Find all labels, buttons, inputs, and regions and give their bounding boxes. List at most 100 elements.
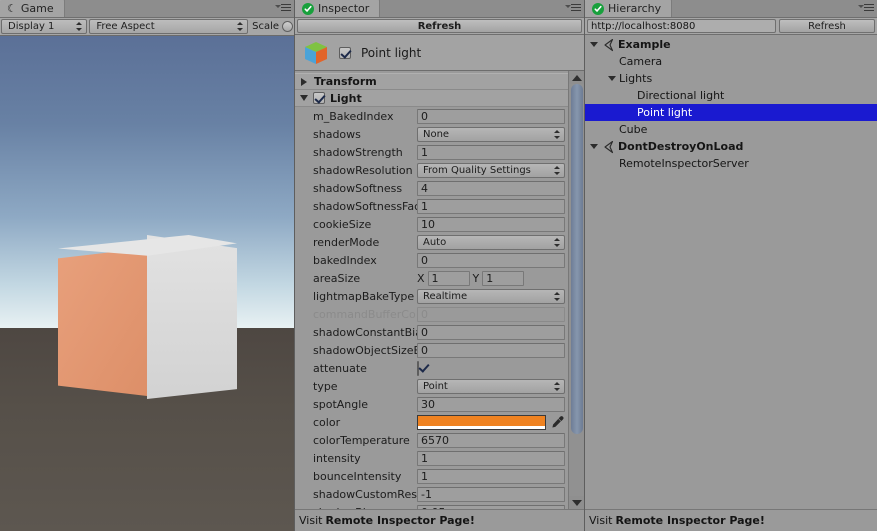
scale-slider-knob[interactable]: [282, 21, 293, 32]
property-label: shadowResolution: [313, 163, 413, 177]
property-value-field[interactable]: 0.05: [417, 504, 565, 509]
property-color: [417, 414, 565, 430]
property-dropdown[interactable]: Auto: [417, 234, 565, 250]
object-enabled-checkbox[interactable]: [339, 46, 351, 59]
axis-y-field[interactable]: 1: [482, 270, 525, 286]
property-value-field[interactable]: 0: [417, 324, 565, 340]
inspector-scroll-thumb[interactable]: [570, 84, 583, 435]
unity-check-badge-icon: [592, 2, 604, 15]
inspector-status-prefix: Visit: [299, 514, 323, 527]
inspected-object-name: Point light: [361, 45, 422, 60]
property-dropdown[interactable]: From Quality Settings: [417, 162, 565, 178]
property-dropdown-label: None: [423, 128, 450, 140]
hierarchy-tree: Example Camera Lights Directional light Poin…: [585, 35, 877, 509]
chevron-down-icon[interactable]: [300, 95, 308, 101]
hierarchy-item-remoteinspectorserver[interactable]: RemoteInspectorServer: [585, 155, 877, 172]
property-label: spotAngle: [313, 397, 369, 411]
property-label: shadowStrength: [313, 145, 403, 159]
cube-lit-face: [58, 248, 147, 396]
game-toolbar: Display 1 Free Aspect Scale: [0, 18, 294, 36]
hierarchy-panel: Hierarchy http://localhost:8080 Refresh …: [585, 0, 877, 531]
hierarchy-item-dontdestroyonload[interactable]: DontDestroyOnLoad: [585, 138, 877, 155]
property-value-field[interactable]: 0: [417, 108, 565, 124]
chevron-down-icon[interactable]: [589, 42, 598, 47]
property-dropdown[interactable]: Realtime: [417, 288, 565, 304]
chevron-down-icon[interactable]: [607, 76, 616, 81]
tab-inspector[interactable]: Inspector: [295, 0, 381, 17]
property-value-field[interactable]: 0: [417, 252, 565, 268]
game-moon-icon: ☾: [7, 2, 17, 15]
property-value-field[interactable]: 1: [417, 468, 565, 484]
hierarchy-item-lights[interactable]: Lights: [585, 70, 877, 87]
component-header-light[interactable]: Light: [295, 90, 568, 107]
color-swatch[interactable]: [417, 414, 546, 430]
property-value-field[interactable]: 30: [417, 396, 565, 412]
property-dropdown[interactable]: Point: [417, 378, 565, 394]
aspect-dropdown[interactable]: Free Aspect: [89, 19, 249, 34]
chevron-right-icon[interactable]: [301, 77, 309, 86]
inspector-status-bar: Visit Remote Inspector Page!: [295, 509, 584, 531]
property-value-field[interactable]: 1: [417, 450, 565, 466]
color-swatch-rgb: [418, 415, 545, 426]
property-row-bakedindex: bakedIndex 0: [295, 251, 568, 269]
property-value-field[interactable]: 6570: [417, 432, 565, 448]
scale-label: Scale: [252, 21, 279, 32]
property-value-field[interactable]: 1: [417, 144, 565, 160]
inspector-panel-options-icon[interactable]: [565, 3, 581, 14]
hierarchy-item-camera[interactable]: Camera: [585, 53, 877, 70]
component-name: Transform: [314, 75, 377, 88]
property-dropdown[interactable]: None: [417, 126, 565, 142]
game-panel-options-icon[interactable]: [275, 3, 291, 14]
property-value-field[interactable]: 4: [417, 180, 565, 196]
updown-arrows-icon: [553, 237, 562, 248]
hierarchy-item-label: Example: [618, 38, 671, 51]
property-value-field[interactable]: -1: [417, 486, 565, 502]
chevron-down-icon[interactable]: [589, 144, 598, 149]
property-row-color: color: [295, 413, 568, 431]
property-checkbox[interactable]: [417, 360, 419, 376]
hierarchy-item-cube[interactable]: Cube: [585, 121, 877, 138]
property-value-field[interactable]: 10: [417, 216, 565, 232]
display-dropdown[interactable]: Display 1: [1, 19, 88, 34]
scroll-up-arrow-icon[interactable]: [569, 71, 585, 84]
property-value-field[interactable]: 1: [417, 198, 565, 214]
hierarchy-item-example[interactable]: Example: [585, 36, 877, 53]
tab-hierarchy[interactable]: Hierarchy: [585, 0, 673, 17]
hierarchy-item-point-light[interactable]: Point light: [585, 104, 877, 121]
inspector-scroll-track[interactable]: [568, 84, 584, 496]
property-row-shadowcustomres: shadowCustomRes -1: [295, 485, 568, 503]
tab-game[interactable]: ☾ Game: [0, 0, 65, 17]
scale-slider[interactable]: Scale: [250, 21, 293, 32]
hierarchy-refresh-button[interactable]: Refresh: [779, 19, 875, 33]
hierarchy-status-prefix: Visit: [589, 514, 613, 527]
property-row-shadowsoftness: shadowSoftness 4: [295, 179, 568, 197]
display-dropdown-label: Display 1: [8, 21, 55, 32]
component-enabled-checkbox[interactable]: [313, 92, 325, 104]
updown-arrows-icon: [553, 381, 562, 392]
scroll-down-arrow-icon[interactable]: [569, 496, 585, 509]
inspector-status-link[interactable]: Remote Inspector Page!: [325, 514, 474, 527]
axis-x-field[interactable]: 1: [427, 270, 470, 286]
server-url-input[interactable]: http://localhost:8080: [587, 19, 776, 33]
hierarchy-item-label: Cube: [619, 123, 648, 136]
component-header-transform[interactable]: Transform: [295, 73, 568, 90]
inspector-refresh-button[interactable]: Refresh: [297, 19, 582, 33]
hierarchy-item-label: Lights: [619, 72, 653, 85]
hierarchy-item-directional-light[interactable]: Directional light: [585, 87, 877, 104]
hierarchy-panel-options-icon[interactable]: [858, 3, 874, 14]
updown-arrows-icon: [553, 129, 562, 140]
property-value-field[interactable]: 0: [417, 342, 565, 358]
hierarchy-url-bar: http://localhost:8080 Refresh: [585, 18, 877, 35]
updown-arrows-icon: [236, 21, 245, 32]
game-tabbar-filler: [64, 0, 294, 17]
property-row-shadowobjectsizeb: shadowObjectSizeB 0: [295, 341, 568, 359]
eyedropper-icon[interactable]: [550, 415, 565, 430]
game-viewport[interactable]: [0, 36, 294, 531]
property-row-spotangle: spotAngle 30: [295, 395, 568, 413]
hierarchy-item-label: Point light: [637, 106, 693, 119]
property-row-commandbufferco: commandBufferCo 0: [295, 305, 568, 323]
hierarchy-status-link[interactable]: Remote Inspector Page!: [615, 514, 764, 527]
property-label: color: [313, 415, 341, 429]
property-row-shadowstrength: shadowStrength 1: [295, 143, 568, 161]
inspector-scrollbar[interactable]: [568, 71, 584, 509]
